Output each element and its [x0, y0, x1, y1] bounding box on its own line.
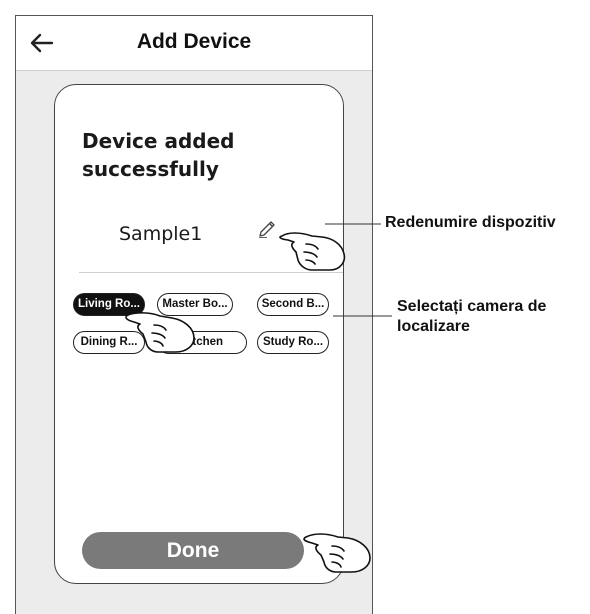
device-name: Sample1	[119, 223, 203, 245]
device-card: Device added successfully Sample1 Living…	[54, 84, 344, 584]
room-chip-study-room[interactable]: Study Ro...	[257, 331, 329, 354]
room-chip-dining-room[interactable]: Dining R...	[73, 331, 145, 354]
room-chip-kitchen[interactable]: Kitchen	[157, 331, 247, 354]
pencil-icon[interactable]	[257, 219, 277, 239]
top-bar: Add Device	[16, 16, 372, 71]
page-title: Add Device	[136, 30, 252, 53]
success-message: Device added successfully	[82, 129, 235, 181]
room-chip-master-bedroom[interactable]: Master Bo...	[157, 293, 233, 316]
done-button[interactable]: Done	[82, 532, 304, 569]
room-chip-second-bedroom[interactable]: Second B...	[257, 293, 329, 316]
phone-screen: Add Device Device added successfully Sam…	[15, 15, 373, 614]
divider	[79, 272, 343, 273]
callout-select-room: Selectați camera de localizare	[397, 298, 547, 335]
room-chip-living-room[interactable]: Living Ro...	[73, 293, 145, 316]
callout-rename: Redenumire dispozitiv	[385, 214, 556, 231]
